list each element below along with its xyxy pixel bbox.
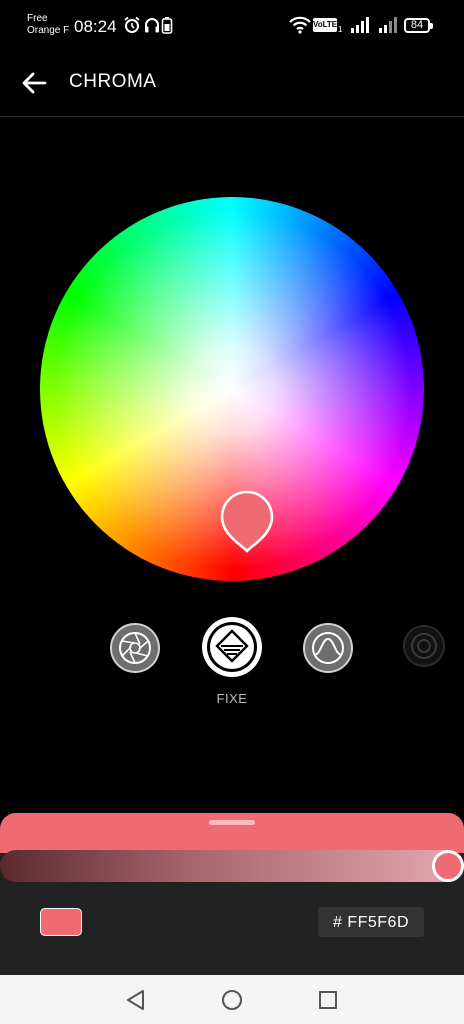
page-title: CHROMA [69, 71, 157, 92]
drag-handle[interactable] [209, 820, 255, 825]
battery-icon: 84 [404, 18, 433, 33]
mode-fixe-button[interactable] [202, 617, 262, 677]
app-bar: CHROMA [0, 50, 464, 117]
wifi-icon [289, 16, 311, 34]
diamond-layers-icon [210, 625, 254, 669]
recents-square-icon[interactable] [315, 987, 341, 1013]
mode-selector: FIXE [0, 617, 464, 707]
hex-value: # FF5F6D [332, 914, 409, 931]
mode-ring-button[interactable] [403, 625, 445, 667]
system-nav-bar [0, 975, 464, 1024]
carrier-line-2: Orange F [27, 25, 70, 36]
brightness-slider[interactable] [0, 850, 464, 882]
volte-icon: VoLTE [313, 18, 337, 32]
aperture-icon [119, 632, 151, 664]
mode-aperture-button[interactable] [110, 623, 160, 673]
mode-bell-curve-button[interactable] [303, 623, 353, 673]
color-picker-handle[interactable] [220, 490, 274, 554]
color-control-panel: # FF5F6D [0, 813, 464, 975]
mode-label: FIXE [216, 691, 248, 706]
bell-curve-icon [312, 632, 344, 664]
home-circle-icon[interactable] [219, 987, 245, 1013]
ring-icon [411, 633, 437, 659]
status-bar: Free Orange F 08:24 VoLTE 1 84 [0, 0, 464, 50]
panel-header [0, 813, 464, 853]
arrow-left-icon[interactable] [18, 66, 52, 100]
color-swatch [40, 908, 82, 936]
headphones-icon [145, 18, 159, 33]
hex-input[interactable]: # FF5F6D [318, 907, 424, 937]
signal-icon [351, 17, 369, 33]
carrier-line-1: Free [27, 13, 48, 24]
slider-thumb[interactable] [432, 850, 464, 882]
signal-icon [379, 17, 397, 33]
status-time: 08:24 [74, 17, 117, 36]
battery-saver-icon [161, 17, 173, 34]
carrier-name: Free Orange F [27, 13, 69, 37]
mode-fixe-inner [207, 622, 257, 672]
back-triangle-icon[interactable] [123, 987, 149, 1013]
sim-index: 1 [338, 25, 343, 34]
alarm-icon [124, 16, 140, 33]
